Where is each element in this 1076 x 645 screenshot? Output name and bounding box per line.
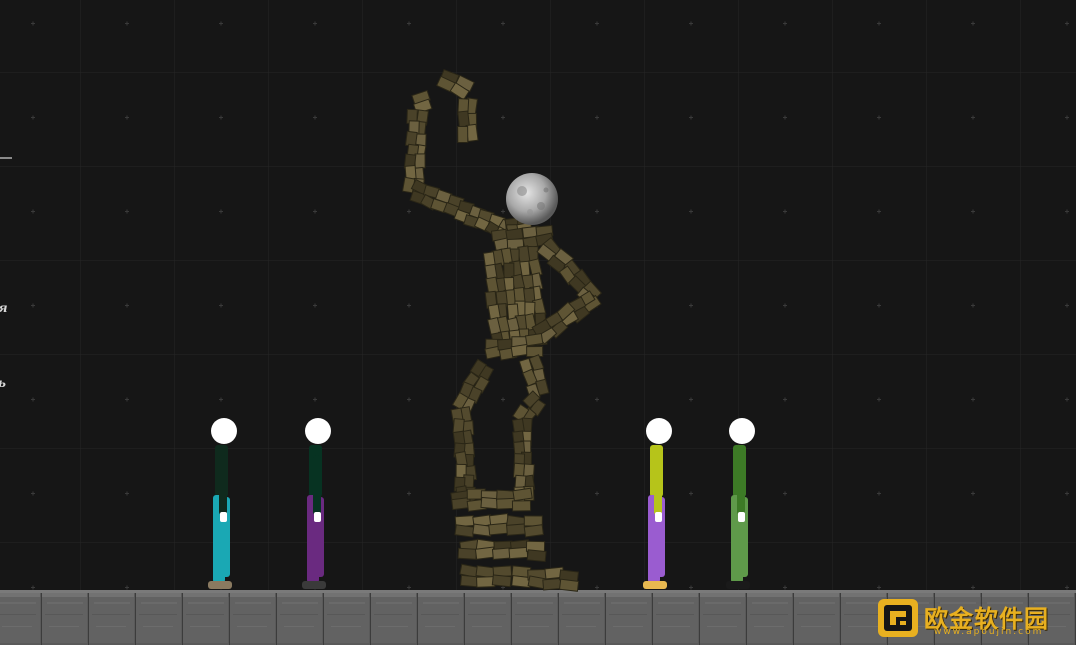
edge-tick [0,157,12,159]
ragdolls [208,418,755,589]
ragdoll-4[interactable] [726,418,755,589]
apoujin-logo-icon [878,599,918,637]
ragdoll-2[interactable] [302,418,331,589]
watermark: 欧金软件园 www.apoujin.com [876,597,1070,639]
side-label-lower: ь [0,376,6,390]
game-viewport[interactable]: я ь 欧金软件园 www.apoujin.com [0,0,1076,645]
ragdoll-1[interactable] [208,418,237,589]
ragdoll-3[interactable] [643,418,672,589]
watermark-url: www.apoujin.com [934,627,1044,637]
side-label-upper: я [0,301,8,315]
